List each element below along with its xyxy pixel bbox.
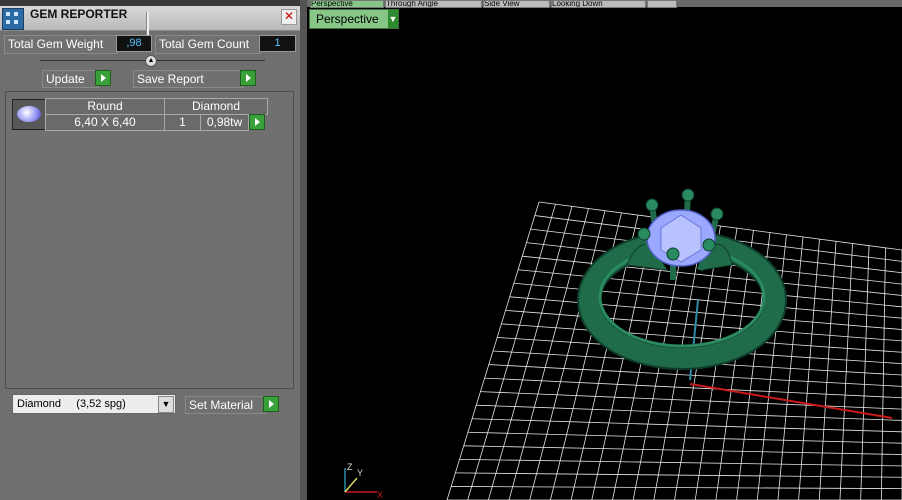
gem-size-cell: 6,40 X 6,40 [45,114,165,131]
gem-list: Round Diamond 6,40 X 6,40 1 0,98tw [5,91,294,389]
update-button[interactable] [95,70,111,86]
titlebar: GEM REPORTER ✕ [0,6,300,36]
x-axis-line [689,383,893,419]
collapse-toggle-icon[interactable]: ▲ [145,55,157,67]
gem-shape-header: Round [45,98,165,115]
set-material-label: Set Material [185,396,266,414]
gizmo-z-label: Z [347,462,353,472]
update-label: Update [42,70,99,88]
gem-weight-cell: 0,98tw [200,114,249,131]
gem-material-header: Diamond [164,98,268,115]
gem-count-cell: 1 [164,114,201,131]
grid-line [472,418,902,433]
total-gem-weight-value: ,98 [116,35,152,52]
grid-line [798,239,820,500]
titlebar-divider [146,12,149,36]
grid-line [467,431,902,444]
gem-reporter-panel: GEM REPORTER ✕ Total Gem Weight ,98 Tota… [0,0,300,500]
material-select[interactable]: Diamond (3,52 spg) ▼ [12,394,176,414]
grid-line [476,404,902,421]
splitter[interactable] [300,0,307,500]
gem-row-expand-button[interactable] [249,114,265,130]
total-gem-count-value: 1 [259,35,296,52]
grid-line [480,391,902,410]
grid-line [463,445,902,455]
window-title: GEM REPORTER [30,7,128,21]
chevron-down-icon[interactable]: ▼ [158,396,174,413]
gizmo-y-label: Y [357,468,363,478]
total-gem-weight-label: Total Gem Weight [4,35,118,54]
material-select-value: Diamond (3,52 spg) [17,398,126,410]
gem-reporter-app-icon [2,8,24,30]
save-report-label: Save Report [133,70,244,88]
save-report-button[interactable] [240,70,256,86]
gem-thumbnail-icon[interactable] [12,99,46,130]
close-button[interactable]: ✕ [281,9,297,25]
axis-gizmo-icon: Z Y X [344,462,383,500]
gizmo-x-label: X [377,490,383,500]
ring-scene: Z Y X [344,188,902,500]
set-material-button[interactable] [263,396,279,412]
total-gem-count-label: Total Gem Count [155,35,261,54]
